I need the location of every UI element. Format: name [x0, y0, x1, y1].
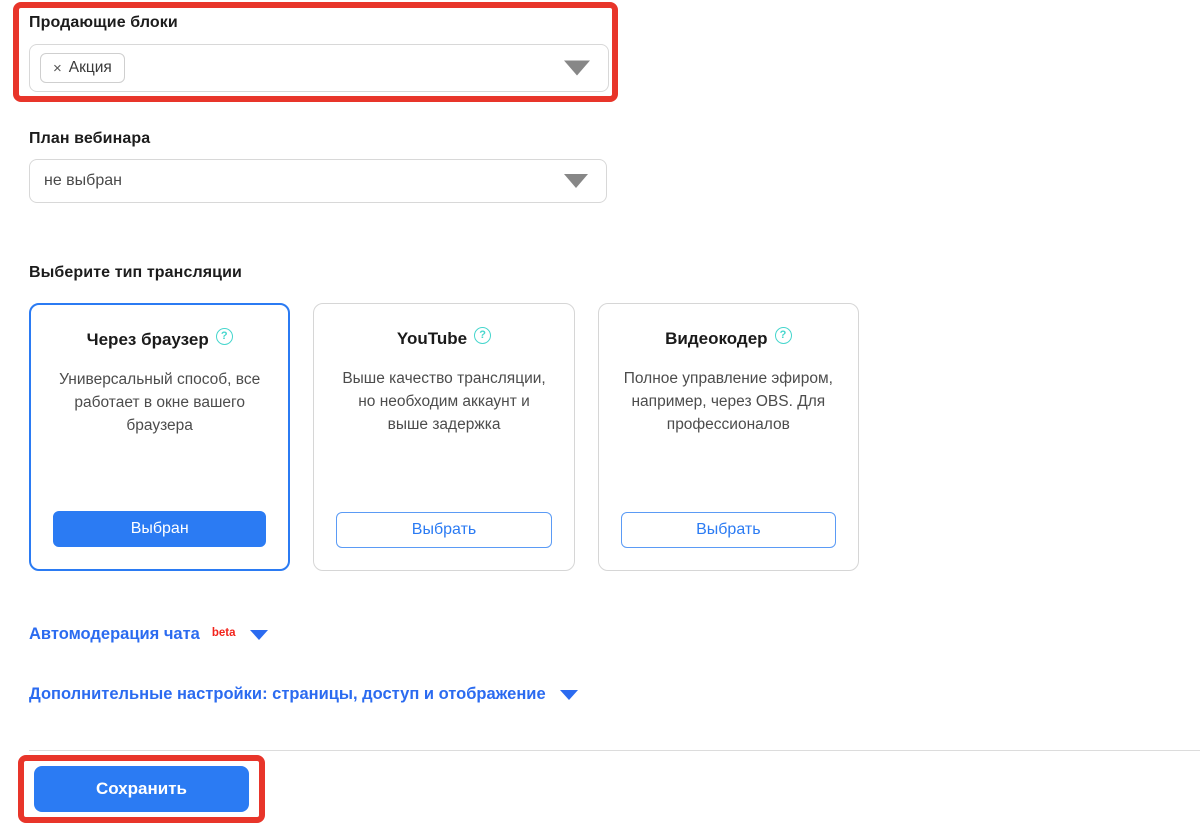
- triangle-down-icon[interactable]: [564, 174, 588, 188]
- broadcast-type-card-youtube[interactable]: YouTube ? Выше качество трансляции, но н…: [313, 303, 575, 571]
- card-description: Универсальный способ, все работает в окн…: [59, 370, 261, 434]
- card-select-button[interactable]: Выбрать: [620, 512, 836, 548]
- card-select-button[interactable]: Выбран: [53, 511, 267, 547]
- card-title: YouTube: [396, 329, 468, 348]
- caret-down-icon[interactable]: [559, 689, 578, 700]
- card-description: Выше качество трансляции, но необходим а…: [342, 369, 546, 433]
- broadcast-type-card-browser[interactable]: Через браузер ? Универсальный способ, вс…: [29, 303, 291, 571]
- webinar-plan-value: не выбран: [44, 172, 122, 189]
- save-button[interactable]: Сохранить: [34, 766, 249, 812]
- card-title: Через браузер: [86, 330, 209, 349]
- help-icon[interactable]: ?: [215, 328, 233, 345]
- broadcast-type-card-list: Через браузер ? Универсальный способ, вс…: [29, 303, 859, 571]
- disclosure-extra-settings[interactable]: Дополнительные настройки: страницы, дост…: [29, 685, 578, 704]
- tag-label: Акция: [68, 59, 112, 76]
- selling-blocks-field: Продающие блоки × Акция: [29, 14, 609, 92]
- card-header: Через браузер ?: [86, 328, 233, 350]
- footer-divider: [29, 750, 1200, 751]
- beta-badge: beta: [211, 627, 236, 639]
- card-header: YouTube ?: [396, 327, 492, 349]
- help-icon[interactable]: ?: [774, 327, 792, 344]
- webinar-plan-field: План вебинара не выбран: [29, 130, 607, 203]
- selling-blocks-select[interactable]: × Акция: [29, 44, 609, 92]
- tag-chip[interactable]: × Акция: [40, 53, 125, 83]
- triangle-down-icon[interactable]: [564, 60, 590, 76]
- broadcast-type-card-encoder[interactable]: Видеокодер ? Полное управление эфиром, н…: [597, 303, 859, 571]
- disclosure-label: Автомодерация чата: [29, 625, 200, 643]
- card-title: Видеокодер: [665, 329, 768, 348]
- caret-down-icon[interactable]: [249, 629, 268, 640]
- disclosure-chat-automoderation[interactable]: Автомодерация чата beta: [29, 625, 268, 644]
- webinar-plan-select[interactable]: не выбран: [29, 159, 607, 203]
- webinar-plan-label: План вебинара: [29, 130, 151, 147]
- selling-blocks-label: Продающие блоки: [29, 14, 178, 31]
- card-select-button[interactable]: Выбрать: [336, 512, 552, 548]
- disclosure-label: Дополнительные настройки: страницы, дост…: [29, 685, 546, 703]
- card-header: Видеокодер ?: [665, 327, 792, 349]
- card-description: Полное управление эфиром, например, чере…: [623, 369, 833, 433]
- broadcast-type-label: Выберите тип трансляции: [29, 264, 242, 281]
- help-icon[interactable]: ?: [474, 327, 492, 344]
- broadcast-type-section: Выберите тип трансляции Через браузер ? …: [29, 264, 859, 571]
- remove-tag-icon[interactable]: ×: [53, 61, 62, 76]
